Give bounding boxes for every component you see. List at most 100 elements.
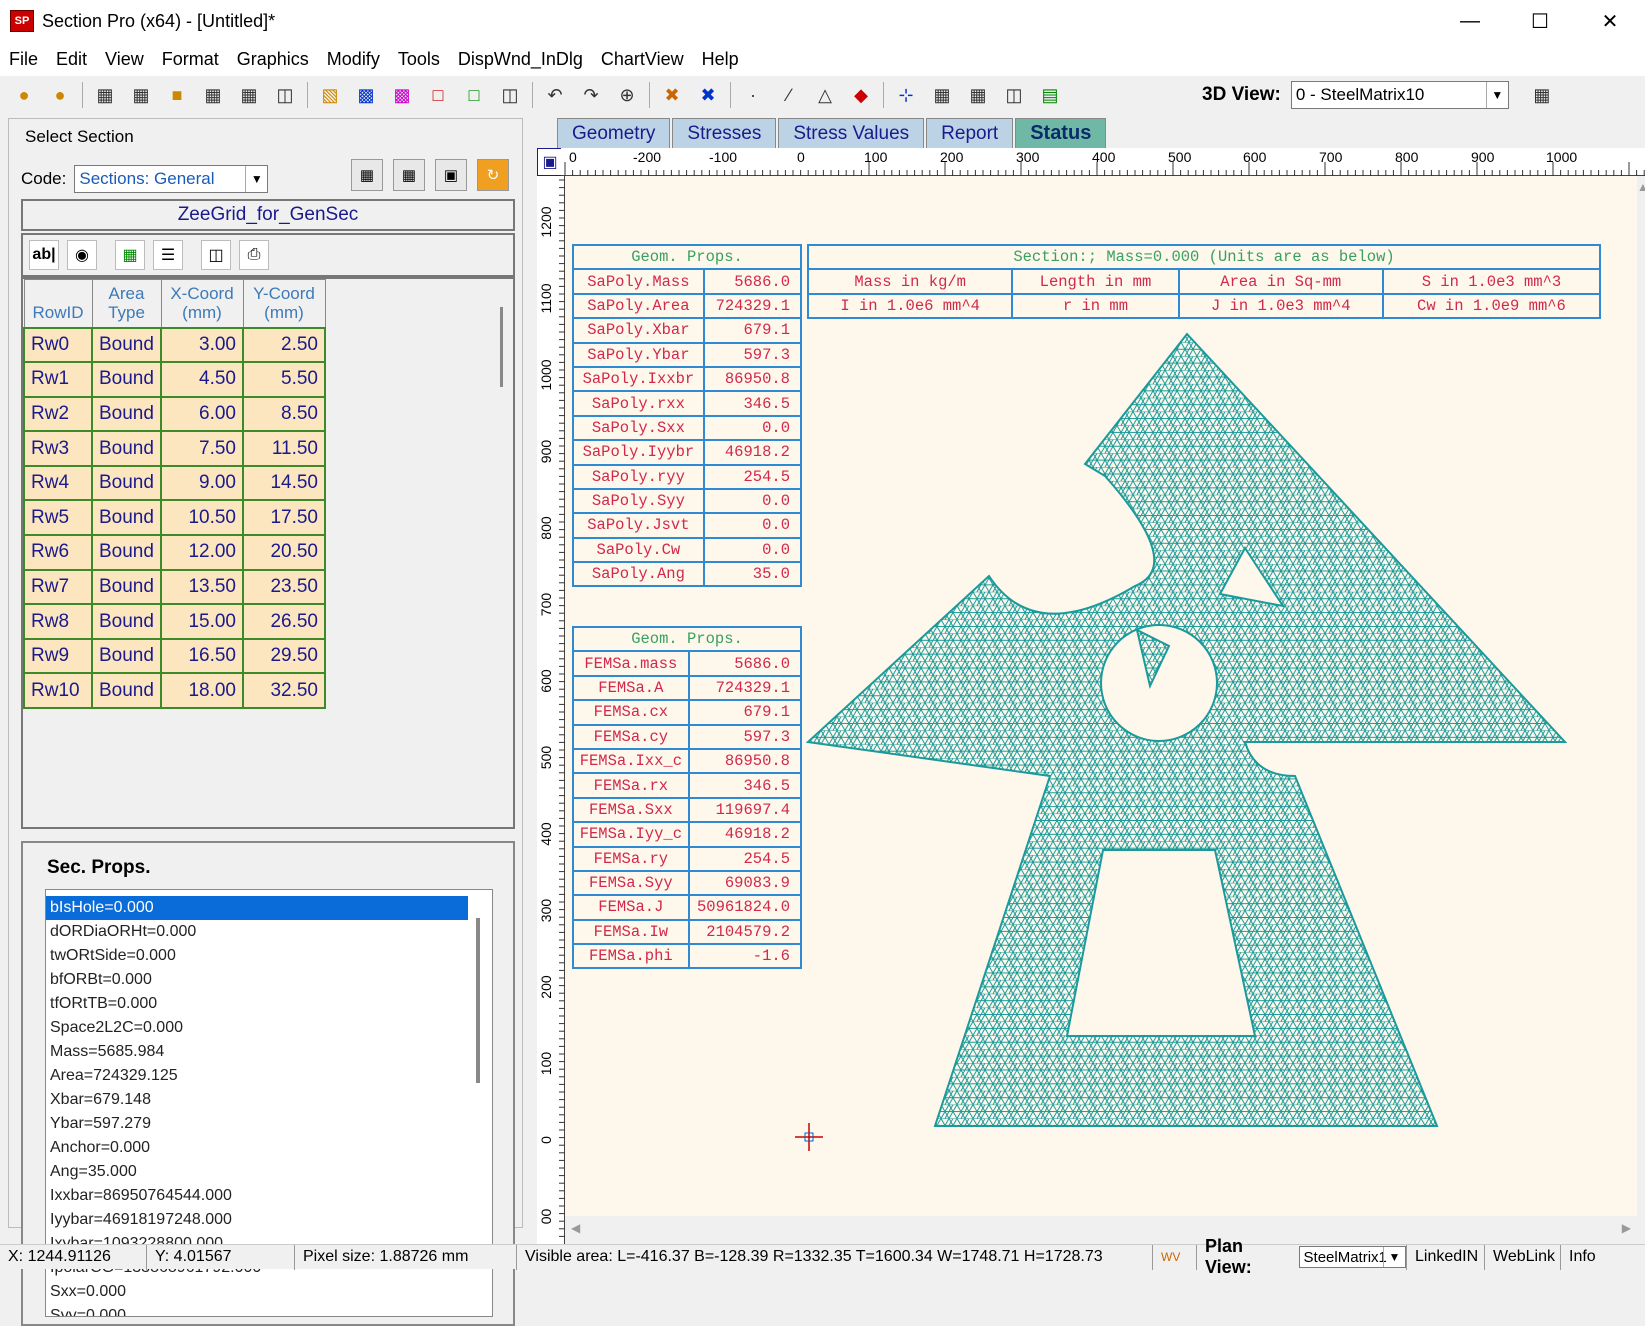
ball-icon[interactable]: ● xyxy=(9,80,39,110)
cell-area-type[interactable]: Bound xyxy=(91,568,162,606)
menu-modify[interactable]: Modify xyxy=(318,49,389,70)
stack-icon[interactable]: ■ xyxy=(162,80,192,110)
list-item[interactable]: Iyybar=46918197248.000 xyxy=(46,1208,468,1232)
save-icon[interactable]: ◫ xyxy=(270,80,300,110)
undo-icon[interactable]: ↶ xyxy=(540,80,570,110)
zoom-fit-icon[interactable]: ▣ xyxy=(537,148,563,176)
menu-tools[interactable]: Tools xyxy=(389,49,449,70)
excel-icon[interactable]: □ xyxy=(459,80,489,110)
cell-y-coord[interactable]: 17.50 xyxy=(242,499,326,537)
weblink-button[interactable]: WebLink xyxy=(1485,1244,1561,1270)
table-row[interactable]: Rw7 Bound 13.50 23.50 xyxy=(23,568,326,606)
table-row[interactable]: Rw10 Bound 18.00 32.50 xyxy=(23,672,326,710)
shapes-icon[interactable]: ◆ xyxy=(846,80,876,110)
cross-icon[interactable]: ✖ xyxy=(693,80,723,110)
cell-rowid[interactable]: Rw2 xyxy=(23,395,93,433)
list-item[interactable]: Ang=35.000 xyxy=(46,1160,468,1184)
cell-area-type[interactable]: Bound xyxy=(91,430,162,467)
list-item[interactable]: bIsHole=0.000 xyxy=(46,896,468,920)
cell-y-coord[interactable]: 14.50 xyxy=(242,464,326,502)
table-icon[interactable]: ▦ xyxy=(963,80,993,110)
cell-area-type[interactable]: Bound xyxy=(91,534,162,571)
list-icon[interactable]: ☰ xyxy=(153,240,183,270)
list-item[interactable]: Xbar=679.148 xyxy=(46,1088,468,1112)
col-header-rowid[interactable]: RowID xyxy=(23,279,93,328)
cell-x-coord[interactable]: 7.50 xyxy=(160,430,244,467)
list-item[interactable]: Ybar=597.279 xyxy=(46,1112,468,1136)
tab-report[interactable]: Report xyxy=(926,118,1014,148)
chevron-down-icon[interactable]: ▼ xyxy=(1485,82,1508,108)
list-item[interactable]: twORtSide=0.000 xyxy=(46,944,468,968)
menu-graphics[interactable]: Graphics xyxy=(228,49,318,70)
cell-area-type[interactable]: Bound xyxy=(91,603,162,640)
polygon-icon[interactable]: △ xyxy=(810,80,840,110)
table-row[interactable]: Rw0 Bound 3.00 2.50 xyxy=(23,326,326,364)
cell-area-type[interactable]: Bound xyxy=(91,361,162,398)
code-select[interactable]: Sections: General ▼ xyxy=(74,165,269,193)
table-row[interactable]: Rw2 Bound 6.00 8.50 xyxy=(23,395,326,433)
cell-x-coord[interactable]: 16.50 xyxy=(160,637,244,675)
scroll-left-icon[interactable]: ◀ xyxy=(571,1221,580,1235)
list-item[interactable]: bfORBt=0.000 xyxy=(46,968,468,992)
point-icon[interactable]: · xyxy=(738,80,768,110)
list-item[interactable]: Area=724329.125 xyxy=(46,1064,468,1088)
menu-format[interactable]: Format xyxy=(153,49,228,70)
cell-x-coord[interactable]: 13.50 xyxy=(160,568,244,606)
table-icon[interactable]: ▦ xyxy=(234,80,264,110)
cell-y-coord[interactable]: 8.50 xyxy=(242,395,326,433)
save-icon[interactable]: ◫ xyxy=(201,240,231,270)
paste-icon[interactable]: ▣ xyxy=(435,159,467,191)
list-item[interactable]: Space2L2C=0.000 xyxy=(46,1016,468,1040)
list-item[interactable]: Sxx=0.000 xyxy=(46,1280,468,1304)
menu-chartview[interactable]: ChartView xyxy=(592,49,693,70)
binoculars-icon[interactable]: ◉ xyxy=(67,240,97,270)
chevron-down-icon[interactable]: ▼ xyxy=(245,166,267,192)
zoom-icon[interactable]: ⊕ xyxy=(612,80,642,110)
cell-y-coord[interactable]: 32.50 xyxy=(242,672,326,710)
cell-y-coord[interactable]: 23.50 xyxy=(242,568,326,606)
plan-view-select[interactable]: SteelMatrix1 ▼ xyxy=(1298,1246,1406,1268)
linkedin-button[interactable]: LinkedIN xyxy=(1407,1244,1485,1270)
table-row[interactable]: Rw8 Bound 15.00 26.50 xyxy=(23,603,326,640)
ball-icon[interactable]: ● xyxy=(45,80,75,110)
maximize-icon[interactable]: ☐ xyxy=(1505,0,1575,42)
chart-icon[interactable]: ▤ xyxy=(1035,80,1065,110)
cell-area-type[interactable]: Bound xyxy=(91,464,162,502)
cell-y-coord[interactable]: 29.50 xyxy=(242,637,326,675)
grid-scrollbar[interactable] xyxy=(500,307,503,387)
cell-area-type[interactable]: Bound xyxy=(91,672,162,710)
cell-x-coord[interactable]: 12.00 xyxy=(160,534,244,571)
canvas-vertical-scrollbar[interactable]: ▲ xyxy=(1637,176,1645,1216)
calc-icon[interactable]: ▦ xyxy=(90,80,120,110)
section-canvas[interactable]: Geom. Props. SaPoly.Mass 5686.0 SaPoly.Are… xyxy=(565,176,1637,1216)
view3d-select[interactable]: 0 - SteelMatrix10 ▼ xyxy=(1290,81,1509,109)
list-item[interactable]: Mass=5685.984 xyxy=(46,1040,468,1064)
cell-y-coord[interactable]: 11.50 xyxy=(242,430,326,467)
canvas-horizontal-scrollbar[interactable]: ◀ ▶ xyxy=(565,1216,1637,1240)
menu-edit[interactable]: Edit xyxy=(47,49,96,70)
cell-rowid[interactable]: Rw8 xyxy=(23,603,93,640)
col-header-y-coord[interactable]: Y-Coord (mm) xyxy=(242,279,326,328)
minimize-icon[interactable]: — xyxy=(1435,0,1505,42)
cell-rowid[interactable]: Rw4 xyxy=(23,464,93,502)
cell-area-type[interactable]: Bound xyxy=(91,326,162,364)
scroll-up-icon[interactable]: ▲ xyxy=(1637,180,1645,194)
cell-area-type[interactable]: Bound xyxy=(91,637,162,675)
cell-x-coord[interactable]: 10.50 xyxy=(160,499,244,537)
calc-icon[interactable]: ▦ xyxy=(351,159,383,191)
cell-x-coord[interactable]: 18.00 xyxy=(160,672,244,710)
props-scrollbar[interactable] xyxy=(476,918,480,1083)
grid-icon[interactable]: ▦ xyxy=(927,80,957,110)
settings-icon[interactable]: ▦ xyxy=(1527,80,1557,110)
cell-y-coord[interactable]: 5.50 xyxy=(242,361,326,398)
list-item[interactable]: Ixxbar=86950764544.000 xyxy=(46,1184,468,1208)
axis-icon[interactable]: ⊹ xyxy=(891,80,921,110)
pdf-icon[interactable]: □ xyxy=(423,80,453,110)
menu-file[interactable]: File xyxy=(0,49,47,70)
cell-rowid[interactable]: Rw6 xyxy=(23,534,93,571)
line-icon[interactable]: ∕ xyxy=(774,80,804,110)
col-header-x-coord[interactable]: X-Coord (mm) xyxy=(160,279,244,328)
list-item[interactable]: Syy=0.000 xyxy=(46,1304,468,1316)
print-icon[interactable]: ⎙ xyxy=(239,240,269,270)
cell-rowid[interactable]: Rw0 xyxy=(23,326,93,364)
